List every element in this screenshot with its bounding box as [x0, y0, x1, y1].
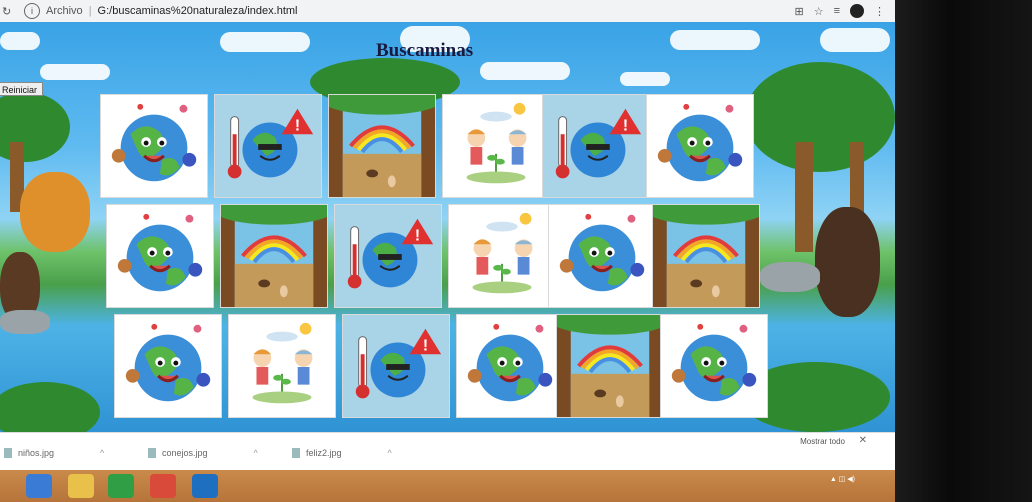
chevron-up-icon[interactable]: ^: [388, 448, 392, 458]
cloud-decoration: [820, 28, 890, 52]
happy-earth-icon: [549, 205, 655, 307]
tree-decoration: [745, 62, 895, 172]
file-explorer-icon[interactable]: [68, 474, 94, 498]
tile-happy-earth[interactable]: [646, 94, 754, 198]
tile-hot-earth-warning[interactable]: !: [542, 94, 650, 198]
download-item[interactable]: conejos.jpg ^: [148, 448, 258, 458]
rainbow-forest-icon: [653, 205, 759, 307]
tile-kids-planting[interactable]: [448, 204, 556, 308]
file-icon: [148, 448, 156, 458]
hot-earth-warning-icon: !: [335, 205, 441, 307]
tile-rainbow-forest[interactable]: [328, 94, 436, 198]
happy-earth-icon: [115, 315, 221, 417]
hot-earth-warning-icon: !: [543, 95, 649, 197]
close-icon[interactable]: ✕: [859, 435, 867, 446]
info-icon[interactable]: i: [24, 3, 40, 19]
chrome-icon[interactable]: [150, 474, 176, 498]
cloud-decoration: [0, 32, 40, 50]
kids-planting-icon: [229, 315, 335, 417]
url-text[interactable]: G:/buscaminas%20naturaleza/index.html: [98, 5, 298, 17]
restart-button[interactable]: Reiniciar: [0, 82, 44, 96]
bush-decoration: [0, 382, 100, 432]
cloud-decoration: [620, 72, 670, 86]
tile-hot-earth-warning[interactable]: !: [214, 94, 322, 198]
svg-text:!: !: [295, 117, 300, 134]
separator: |: [88, 5, 92, 17]
screen: ↻ i Archivo | G:/buscaminas%20naturaleza…: [0, 0, 895, 470]
tile-kids-planting[interactable]: [228, 314, 336, 418]
cloud-decoration: [480, 62, 570, 80]
happy-earth-icon: [457, 315, 563, 417]
tree-trunk-decoration: [795, 142, 813, 252]
download-filename: conejos.jpg: [162, 448, 208, 458]
monitor-bezel: [895, 0, 1032, 502]
rainbow-forest-icon: [221, 205, 327, 307]
download-item[interactable]: niños.jpg ^: [4, 448, 104, 458]
tile-happy-earth[interactable]: [456, 314, 564, 418]
game-title: Buscaminas: [376, 40, 474, 61]
download-filename: feliz2.jpg: [306, 448, 342, 458]
cloud-decoration: [220, 32, 310, 52]
reload-icon[interactable]: ↻: [2, 5, 16, 18]
vscode-icon[interactable]: [192, 474, 218, 498]
tile-hot-earth-warning[interactable]: !: [342, 314, 450, 418]
tiger-decoration: [20, 172, 90, 252]
cloud-decoration: [40, 64, 110, 80]
cloud-decoration: [670, 30, 760, 50]
reading-list-icon[interactable]: ≡: [834, 5, 840, 17]
tile-happy-earth[interactable]: [106, 204, 214, 308]
rock-decoration: [760, 262, 820, 292]
rainbow-forest-icon: [329, 95, 435, 197]
game-page: Buscaminas Reiniciar ! ! ! !: [0, 22, 895, 432]
happy-earth-icon: [647, 95, 753, 197]
tile-happy-earth[interactable]: [548, 204, 656, 308]
happy-earth-icon: [107, 205, 213, 307]
tile-happy-earth[interactable]: [100, 94, 208, 198]
game-board: ! ! ! !: [100, 94, 768, 424]
rainbow-forest-icon: [557, 315, 663, 417]
hot-earth-warning-icon: !: [343, 315, 449, 417]
address-bar[interactable]: ↻ i Archivo | G:/buscaminas%20naturaleza…: [0, 0, 895, 23]
tile-happy-earth[interactable]: [114, 314, 222, 418]
rock-decoration: [0, 310, 50, 334]
download-item[interactable]: feliz2.jpg ^: [292, 448, 392, 458]
bookmark-star-icon[interactable]: ☆: [814, 5, 824, 18]
happy-earth-icon: [101, 95, 207, 197]
tile-rainbow-forest[interactable]: [652, 204, 760, 308]
tile-kids-planting[interactable]: [442, 94, 550, 198]
downloads-bar: niños.jpg ^ conejos.jpg ^ feliz2.jpg ^ M…: [0, 432, 895, 470]
svg-text:!: !: [423, 337, 428, 354]
hot-earth-warning-icon: !: [215, 95, 321, 197]
show-all-downloads-link[interactable]: Mostrar todo: [800, 437, 845, 446]
tile-happy-earth[interactable]: [660, 314, 768, 418]
os-taskbar: ▲ ◫ ◀): [0, 470, 895, 502]
kids-planting-icon: [443, 95, 549, 197]
tile-hot-earth-warning[interactable]: !: [334, 204, 442, 308]
translate-icon[interactable]: ⊞: [794, 5, 803, 18]
file-icon: [292, 448, 300, 458]
kids-planting-icon: [449, 205, 555, 307]
file-icon: [4, 448, 12, 458]
tile-rainbow-forest[interactable]: [220, 204, 328, 308]
system-tray[interactable]: ▲ ◫ ◀): [830, 475, 855, 483]
profile-avatar[interactable]: [850, 4, 864, 18]
svg-text:!: !: [623, 117, 628, 134]
browser-toolbar: ⊞ ☆ ≡ ⋮: [794, 4, 885, 18]
happy-earth-icon: [661, 315, 767, 417]
ie-icon[interactable]: [26, 474, 52, 498]
download-filename: niños.jpg: [18, 448, 55, 458]
protocol-label: Archivo: [46, 5, 83, 17]
chevron-up-icon[interactable]: ^: [254, 448, 258, 458]
tile-rainbow-forest[interactable]: [556, 314, 664, 418]
monkey-decoration: [815, 207, 880, 317]
menu-dots-icon[interactable]: ⋮: [874, 5, 885, 18]
store-icon[interactable]: [108, 474, 134, 498]
chevron-up-icon[interactable]: ^: [100, 448, 104, 458]
svg-text:!: !: [415, 227, 420, 244]
